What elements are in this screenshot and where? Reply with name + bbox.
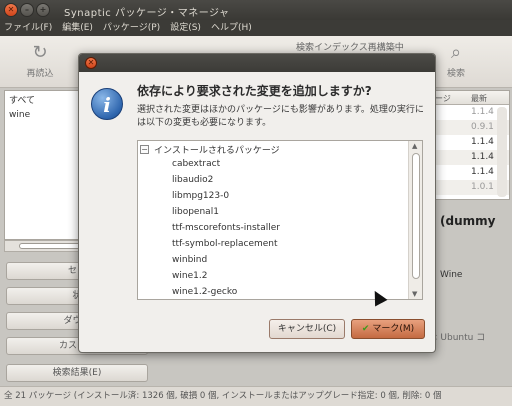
list-item[interactable]: libaudio2	[172, 175, 213, 185]
list-item[interactable]: ttf-mscorefonts-installer	[172, 223, 280, 233]
reload-label: 再読込	[26, 69, 54, 79]
dialog-body-text: 選択された変更はほかのパッケージにも影響があります。処理の実行には以下の変更も必…	[137, 105, 424, 128]
list-item[interactable]: libopenal1	[172, 207, 219, 217]
menu-file[interactable]: ファイル(F)	[4, 20, 52, 36]
menu-settings[interactable]: 設定(S)	[170, 20, 201, 36]
install-group-label: インストールされるパッケージ	[154, 146, 280, 156]
menu-edit[interactable]: 編集(E)	[62, 20, 93, 36]
check-icon: ✔	[361, 324, 370, 334]
package-table: ージ 最新 1.1.4 0.9.1 1.1.4 1.1.4 1.1.4 1.0.…	[430, 90, 510, 200]
package-change-list: − インストールされるパッケージ cabextract libaudio2 li…	[137, 140, 423, 300]
install-group-row[interactable]: − インストールされるパッケージ	[140, 143, 280, 156]
list-item[interactable]: libmpg123-0	[172, 191, 229, 201]
search-icon: ⌕	[450, 42, 462, 63]
collapse-icon[interactable]: −	[140, 145, 149, 154]
scroll-down-icon[interactable]: ▼	[412, 290, 417, 298]
dependency-dialog: ✕ i 依存により要求された変更を追加しますか? 選択された変更はほかのパッケー…	[78, 53, 436, 353]
list-item[interactable]: winbind	[172, 255, 207, 265]
scroll-up-icon[interactable]: ▲	[412, 142, 417, 150]
list-item[interactable]: wine1.2-gecko	[172, 287, 237, 297]
window-titlebar: ✕ – + Synaptic パッケージ・マネージャ	[0, 0, 512, 20]
info-icon: i	[91, 88, 123, 120]
window-controls: ✕ – +	[4, 3, 50, 17]
mark-button-label: マーク(M)	[372, 324, 415, 334]
scroll-thumb[interactable]	[412, 153, 420, 279]
window-maximize-icon[interactable]: +	[36, 3, 50, 17]
menu-package[interactable]: パッケージ(P)	[103, 20, 160, 36]
menu-help[interactable]: ヘルプ(H)	[211, 20, 252, 36]
package-list-vscrollbar[interactable]: ▲ ▼	[408, 141, 422, 299]
list-item[interactable]: wine1.2	[172, 271, 207, 281]
search-results-button[interactable]: 検索結果(E)	[6, 364, 148, 382]
window-minimize-icon[interactable]: –	[20, 3, 34, 17]
search-button[interactable]: ⌕ 検索	[436, 42, 476, 79]
column-header-latest[interactable]: 最新	[471, 93, 487, 104]
dialog-close-icon[interactable]: ✕	[85, 57, 97, 69]
menubar: ファイル(F) 編集(E) パッケージ(P) 設定(S) ヘルプ(H)	[0, 20, 512, 36]
search-label: 検索	[446, 69, 465, 79]
list-item[interactable]: ttf-symbol-replacement	[172, 239, 278, 249]
description-footer: < Ubuntu コ	[430, 333, 486, 343]
description-title: (dummy	[440, 214, 496, 228]
reload-button[interactable]: ↻ 再読込	[20, 42, 60, 79]
cancel-button[interactable]: キャンセル(C)	[269, 319, 345, 339]
window-close-icon[interactable]: ✕	[4, 3, 18, 17]
dialog-titlebar: ✕	[79, 54, 435, 72]
statusbar: 全 21 パッケージ (インストール済: 1326 個, 破損 0 個, インス…	[0, 386, 512, 406]
reload-icon: ↻	[32, 42, 48, 63]
list-item[interactable]: cabextract	[172, 159, 220, 169]
description-text: Wine	[440, 270, 463, 280]
dialog-heading: 依存により要求された変更を追加しますか?	[137, 84, 372, 98]
search-index-status: 検索インデックス再構築中	[296, 43, 404, 53]
mark-button[interactable]: ✔ マーク(M)	[351, 319, 425, 339]
package-table-vscrollbar[interactable]	[497, 107, 507, 197]
package-table-header: ージ 最新	[431, 91, 509, 105]
window-title: Synaptic パッケージ・マネージャ	[64, 8, 230, 19]
column-header-package[interactable]: ージ	[435, 93, 451, 104]
